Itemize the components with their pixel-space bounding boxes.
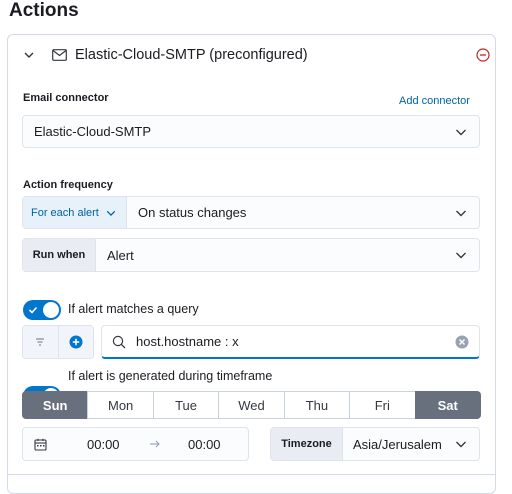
arrow-right-icon	[150, 440, 160, 448]
day-selector: Sun Mon Tue Wed Thu Fri Sat	[22, 391, 481, 419]
query-input[interactable]: host.hostname : x	[101, 325, 480, 359]
run-when-select[interactable]: Run when Alert	[22, 238, 480, 272]
timeframe-toggle-label: If alert is generated during timeframe	[68, 369, 273, 383]
mail-icon	[52, 49, 67, 61]
query-toggle[interactable]	[23, 300, 61, 320]
check-icon	[28, 306, 38, 314]
plus-circle-icon	[69, 335, 83, 349]
query-toggle-label: If alert matches a query	[68, 302, 199, 316]
remove-action-icon[interactable]	[476, 48, 490, 62]
timezone-prepend: Timezone	[271, 428, 343, 460]
action-panel-header[interactable]: Elastic-Cloud-SMTP (preconfigured)	[7, 34, 496, 80]
frequency-prepend-button[interactable]: For each alert	[23, 197, 127, 228]
section-heading: Actions	[9, 0, 79, 21]
day-button-sun[interactable]: Sun	[22, 391, 89, 419]
connector-select[interactable]: Elastic-Cloud-SMTP	[22, 115, 480, 148]
chevron-down-icon[interactable]	[23, 49, 35, 61]
frequency-prepend-label: For each alert	[31, 206, 99, 219]
add-connector-link[interactable]: Add connector	[399, 95, 470, 107]
time-start-input[interactable]: 00:00	[87, 437, 120, 452]
connector-select-value: Elastic-Cloud-SMTP	[34, 124, 152, 139]
query-input-value: host.hostname : x	[136, 334, 239, 349]
day-button-mon[interactable]: Mon	[87, 391, 154, 419]
clear-icon[interactable]	[455, 335, 469, 349]
time-range-picker: 00:00 00:00	[22, 427, 249, 461]
query-controls	[22, 325, 94, 359]
run-when-value: Alert	[107, 247, 134, 263]
chevron-down-icon	[456, 129, 466, 135]
search-icon	[112, 335, 126, 348]
timezone-label: Timezone	[281, 438, 332, 450]
chevron-down-icon	[456, 441, 466, 448]
chevron-down-icon	[456, 252, 466, 259]
chevron-down-icon	[456, 210, 466, 216]
day-button-sat[interactable]: Sat	[414, 391, 481, 419]
email-connector-label: Email connector	[23, 92, 109, 104]
filter-button[interactable]	[23, 326, 59, 358]
frequency-value: On status changes	[138, 205, 247, 220]
day-button-wed[interactable]: Wed	[218, 391, 285, 419]
add-filter-button[interactable]	[58, 326, 93, 358]
panel-divider	[7, 474, 496, 475]
action-title: Elastic-Cloud-SMTP (preconfigured)	[75, 47, 308, 63]
filter-icon	[36, 338, 45, 346]
day-button-fri[interactable]: Fri	[349, 391, 416, 419]
timezone-value: Asia/Jerusalem	[353, 436, 442, 452]
calendar-icon	[34, 438, 47, 451]
day-button-tue[interactable]: Tue	[152, 391, 220, 419]
timezone-select[interactable]: Timezone Asia/Jerusalem	[270, 427, 480, 461]
run-when-prepend: Run when	[23, 239, 96, 271]
frequency-select[interactable]: For each alert On status changes	[22, 196, 480, 229]
time-end-input[interactable]: 00:00	[188, 437, 221, 452]
action-frequency-label: Action frequency	[23, 179, 113, 191]
chevron-down-icon	[106, 210, 116, 216]
run-when-label: Run when	[32, 249, 86, 261]
day-button-thu[interactable]: Thu	[283, 391, 351, 419]
